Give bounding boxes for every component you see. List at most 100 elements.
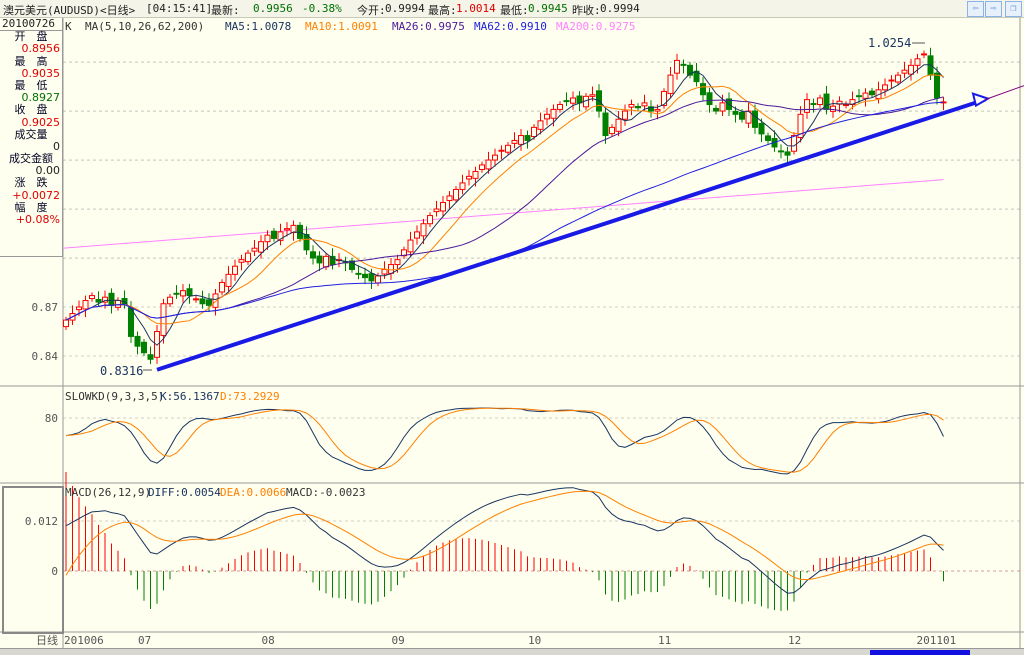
candle-up — [76, 306, 82, 311]
macd-diff-value: DIFF:0.0054 — [148, 486, 221, 499]
candle-down — [199, 298, 206, 305]
candle-up — [498, 149, 505, 152]
candle-up — [511, 139, 518, 144]
candle-up — [895, 74, 901, 83]
candle-down — [706, 92, 713, 106]
info-close-label: 收 盘 — [14, 103, 48, 117]
candle-up — [89, 295, 95, 300]
ma10-legend: MA10:1.0091 — [305, 20, 378, 33]
candle-down — [934, 72, 940, 99]
candle-down — [95, 298, 102, 303]
ma200-line — [0, 179, 944, 254]
candle-up — [557, 104, 563, 110]
candle-up — [440, 201, 446, 212]
candle-up — [622, 110, 628, 120]
ma62-legend: MA62:0.9910 — [474, 20, 547, 33]
ma5-legend: MA5:1.0078 — [225, 20, 291, 33]
candle-down — [635, 105, 641, 109]
ma5-line — [65, 64, 944, 346]
candle-up — [388, 264, 394, 274]
info-open: 0.8956 — [21, 42, 61, 56]
high-annotation: 1.0254 — [868, 36, 911, 50]
candle-up — [901, 69, 908, 74]
candle-down — [927, 55, 934, 76]
y-tick-087: 0.87 — [32, 301, 59, 314]
candle-down — [856, 95, 862, 98]
candle-down — [602, 112, 609, 137]
ma-params: MA(5,10,26,62,200) — [85, 20, 204, 33]
candle-up — [453, 188, 459, 201]
chart-canvas[interactable]: K MA(5,10,26,62,200) MA5:1.0078 MA10:1.0… — [0, 0, 1024, 654]
macd-side-box — [2, 486, 64, 634]
candle-up — [193, 298, 199, 301]
candle-down — [869, 90, 875, 96]
candle-up — [615, 118, 622, 132]
candle-up — [641, 102, 648, 107]
macd-dea-value: DEA:0.0066 — [220, 486, 286, 499]
candle-down — [134, 335, 141, 347]
x-tick-label: 201101 — [917, 634, 957, 647]
candle-up — [544, 113, 550, 120]
y-tick-084: 0.84 — [32, 350, 59, 363]
candle-up — [284, 228, 290, 231]
candle-down — [147, 354, 154, 360]
candle-down — [173, 292, 180, 295]
scrollbar-thumb[interactable] — [870, 650, 970, 655]
candle-up — [63, 319, 69, 328]
candle-up — [817, 97, 823, 106]
candle-up — [251, 247, 258, 252]
candle-up — [589, 94, 596, 97]
candle-up — [232, 265, 238, 275]
candle-up — [518, 135, 524, 145]
x-tick-label: 201006 — [64, 634, 104, 647]
info-change: +0.0072 — [12, 188, 60, 202]
x-tick-label: 11 — [658, 634, 671, 647]
candle-up — [160, 303, 167, 336]
candle-up — [180, 290, 186, 297]
candle-up — [427, 215, 433, 225]
x-tick-label: 10 — [528, 634, 541, 647]
candle-up — [258, 241, 264, 253]
ma62-line — [65, 101, 944, 321]
candle-down — [700, 83, 706, 96]
candle-down — [271, 230, 277, 239]
candle-up — [459, 182, 466, 190]
candle-up — [804, 99, 810, 113]
candle-up — [531, 126, 537, 138]
x-tick-label: 12 — [788, 634, 801, 647]
candle-up — [167, 296, 173, 305]
candle-up — [479, 164, 485, 171]
candle-down — [186, 288, 193, 297]
candle-up — [862, 92, 869, 99]
candle-up — [264, 234, 271, 243]
candle-up — [414, 231, 420, 239]
kd-d-value: D:73.2929 — [220, 390, 280, 403]
x-tick-label: 08 — [262, 634, 275, 647]
info-range: +0.08% — [15, 213, 60, 226]
candle-up — [908, 64, 914, 75]
candle-down — [355, 272, 362, 275]
candle-down — [316, 255, 323, 264]
candle-up — [537, 120, 544, 130]
candle-up — [394, 259, 401, 266]
candle-up — [115, 299, 121, 308]
candle-down — [362, 273, 368, 279]
candle-down — [810, 103, 817, 106]
candle-up — [492, 154, 498, 161]
candle-down — [310, 251, 316, 259]
candle-up — [485, 159, 492, 170]
candle-down — [739, 111, 745, 120]
candle-up — [407, 239, 414, 253]
period-label: 日线 — [36, 633, 58, 647]
candle-down — [206, 299, 212, 306]
candle-up — [381, 268, 388, 275]
candle-up — [550, 108, 557, 119]
candle-up — [219, 282, 225, 293]
candle-down — [713, 107, 719, 112]
macd-dea-line — [65, 490, 944, 581]
macd-params: MACD(26,12,9) — [65, 486, 151, 499]
candle-up — [674, 59, 680, 74]
candle-up — [245, 252, 251, 263]
candle-up — [225, 273, 232, 287]
candle-down — [784, 151, 791, 156]
